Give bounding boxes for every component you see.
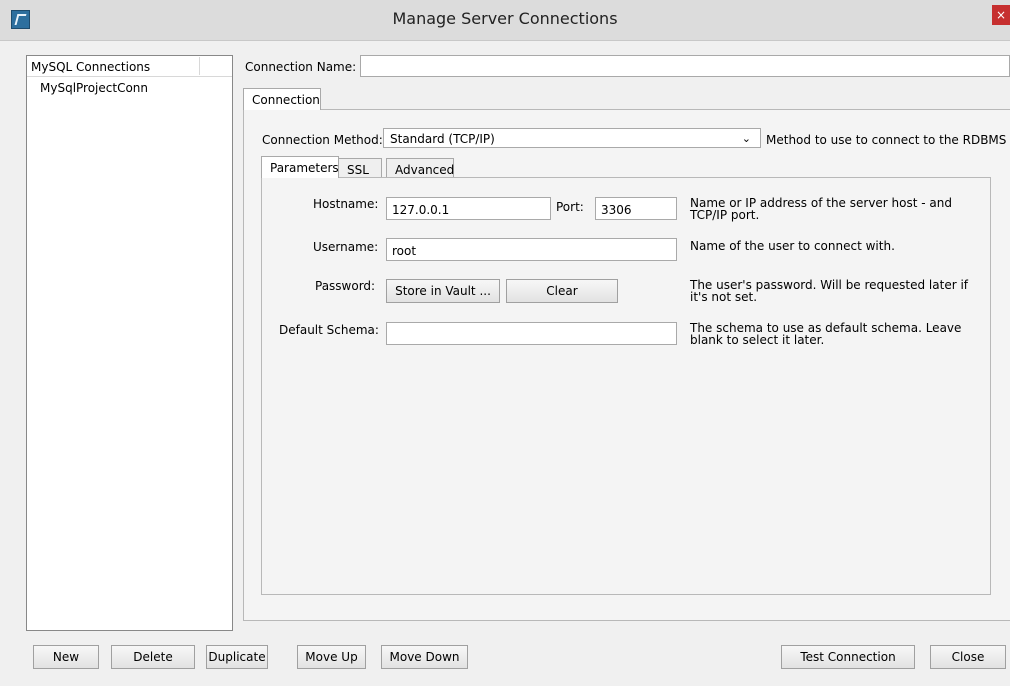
connection-method-label: Connection Method: bbox=[262, 133, 383, 147]
duplicate-button[interactable]: Duplicate bbox=[206, 645, 268, 669]
hostname-help: Name or IP address of the server host - … bbox=[690, 196, 952, 222]
list-header-label: MySQL Connections bbox=[31, 60, 151, 74]
connections-list[interactable]: MySQL Connections MySqlProjectConn bbox=[26, 55, 233, 631]
port-input[interactable]: 3306 bbox=[595, 197, 677, 220]
list-header: MySQL Connections bbox=[27, 56, 232, 77]
chevron-down-icon: ⌄ bbox=[741, 132, 751, 145]
new-button[interactable]: New bbox=[33, 645, 99, 669]
username-input[interactable]: root bbox=[386, 238, 677, 261]
connection-name-input[interactable] bbox=[360, 55, 1010, 77]
close-button[interactable]: Close bbox=[930, 645, 1006, 669]
window-title: Manage Server Connections bbox=[392, 9, 618, 28]
column-divider bbox=[199, 57, 200, 75]
default-schema-label: Default Schema: bbox=[279, 323, 379, 337]
move-up-button[interactable]: Move Up bbox=[297, 645, 366, 669]
connection-method-select[interactable]: Standard (TCP/IP) ⌄ bbox=[383, 128, 761, 148]
hostname-input[interactable]: 127.0.0.1 bbox=[386, 197, 551, 220]
port-label: Port: bbox=[556, 200, 584, 214]
username-label: Username: bbox=[313, 240, 379, 254]
delete-button[interactable]: Delete bbox=[111, 645, 195, 669]
close-icon[interactable]: × bbox=[992, 5, 1010, 25]
list-item[interactable]: MySqlProjectConn bbox=[40, 81, 148, 95]
connection-method-help: Method to use to connect to the RDBMS bbox=[766, 133, 1007, 147]
tab-parameters[interactable]: Parameters bbox=[261, 156, 339, 178]
title-bar: Manage Server Connections × bbox=[0, 0, 1010, 41]
tab-connection[interactable]: Connection bbox=[243, 88, 321, 110]
tab-ssl[interactable]: SSL bbox=[338, 158, 382, 178]
move-down-button[interactable]: Move Down bbox=[381, 645, 468, 669]
store-in-vault-button[interactable]: Store in Vault ... bbox=[386, 279, 500, 303]
connection-method-value: Standard (TCP/IP) bbox=[390, 132, 495, 146]
password-help: The user's password. Will be requested l… bbox=[690, 278, 969, 304]
clear-password-button[interactable]: Clear bbox=[506, 279, 618, 303]
username-help: Name of the user to connect with. bbox=[690, 239, 895, 253]
connection-name-label: Connection Name: bbox=[245, 60, 357, 74]
hostname-label: Hostname: bbox=[313, 197, 379, 211]
tab-advanced[interactable]: Advanced bbox=[386, 158, 454, 178]
password-label: Password: bbox=[315, 279, 376, 293]
connection-editor: Connection Name: Connection Connection M… bbox=[240, 40, 1010, 628]
test-connection-button[interactable]: Test Connection bbox=[781, 645, 915, 669]
default-schema-help: The schema to use as default schema. Lea… bbox=[690, 321, 962, 347]
default-schema-input[interactable] bbox=[386, 322, 677, 345]
